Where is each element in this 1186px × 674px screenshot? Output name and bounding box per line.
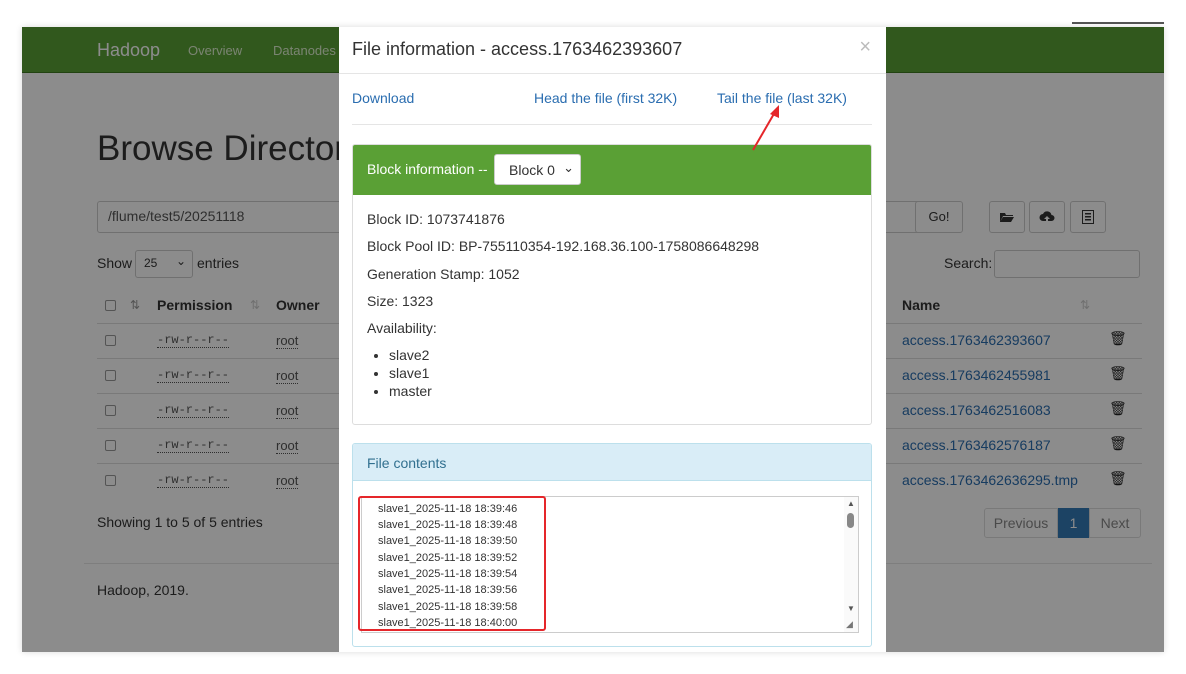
scrollbar-thumb[interactable] (847, 513, 854, 528)
annotation-arrow-icon (752, 105, 779, 151)
modal-header-divider (339, 73, 886, 74)
download-link[interactable]: Download (352, 90, 414, 106)
availability-list: slave2 slave1 master (389, 346, 432, 400)
close-icon[interactable]: × (859, 36, 871, 59)
chevron-down-icon: ⌄ (563, 160, 574, 175)
block-id: Block ID: 1073741876 (367, 211, 505, 227)
block-info-label: Block information -- (367, 161, 488, 177)
block-info-header: Block information -- Block 0 ⌄ (353, 145, 871, 195)
scroll-up-icon[interactable]: ▲ (847, 499, 855, 508)
modal-title: File information - access.1763462393607 (352, 39, 683, 59)
annotation-box (358, 496, 546, 631)
scrollbar[interactable]: ▲ ▼ ◢ (844, 497, 858, 632)
block-size: Size: 1323 (367, 293, 434, 309)
block-select-value: Block 0 (509, 162, 555, 178)
resize-handle-icon[interactable]: ◢ (846, 619, 853, 630)
top-edge-line (1072, 22, 1164, 24)
file-contents-header: File contents (353, 444, 871, 481)
generation-stamp: Generation Stamp: 1052 (367, 266, 520, 282)
head-file-link[interactable]: Head the file (first 32K) (534, 90, 677, 106)
file-contents-title: File contents (367, 455, 447, 471)
block-select[interactable]: Block 0 ⌄ (494, 154, 581, 185)
links-divider (352, 124, 872, 125)
block-pool-id: Block Pool ID: BP-755110354-192.168.36.1… (367, 238, 760, 254)
block-info-panel: Block information -- Block 0 ⌄ Block ID:… (352, 144, 872, 425)
scroll-down-icon[interactable]: ▼ (847, 604, 855, 613)
list-item: slave1 (389, 364, 432, 382)
list-item: slave2 (389, 346, 432, 364)
availability-label: Availability: (367, 320, 437, 336)
list-item: master (389, 382, 432, 400)
